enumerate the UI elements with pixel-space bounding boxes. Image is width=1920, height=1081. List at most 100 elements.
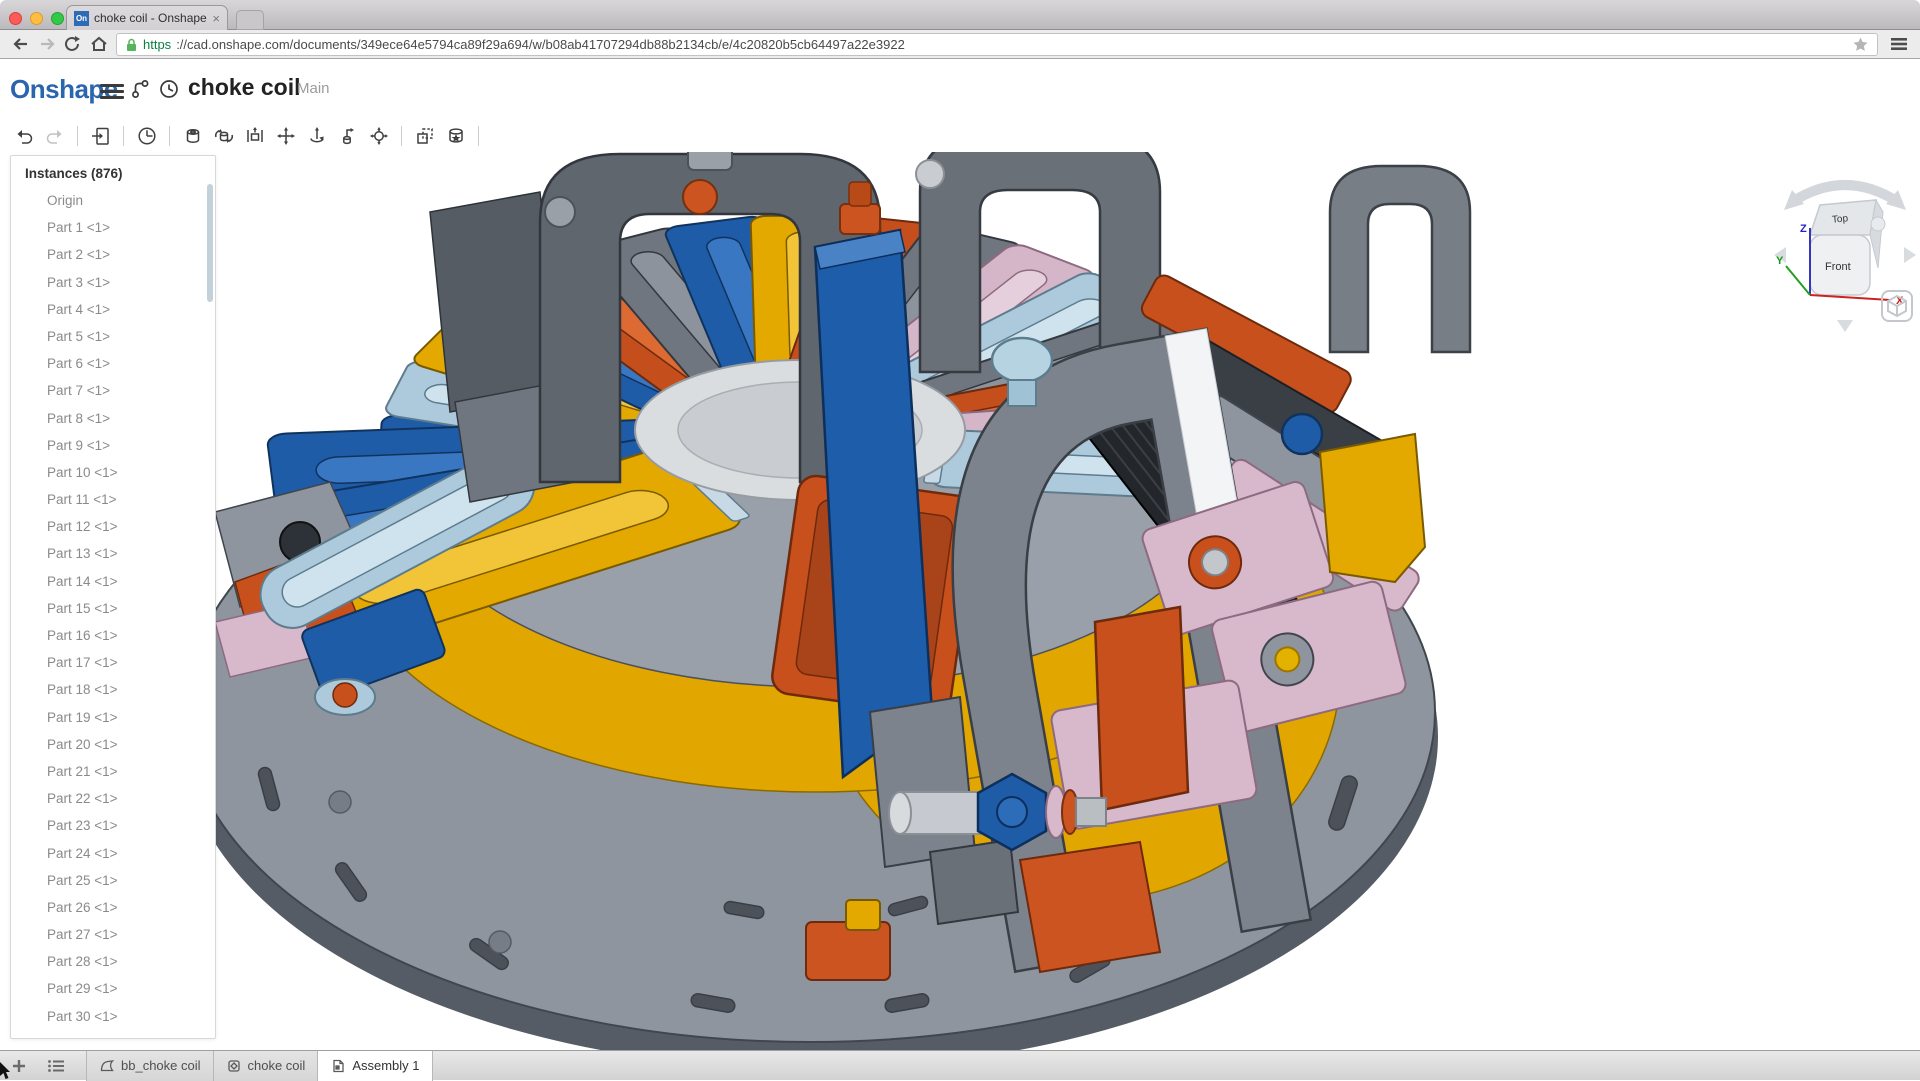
slider-mate-icon[interactable] bbox=[239, 122, 270, 149]
instance-row[interactable]: Part 2 <1> bbox=[11, 241, 215, 268]
part-icon bbox=[226, 1058, 242, 1074]
versions-branch-icon[interactable] bbox=[130, 78, 152, 105]
lock-icon bbox=[125, 37, 138, 52]
3d-viewport[interactable]: Instances (876) OriginPart 1 <1>Part 2 <… bbox=[0, 152, 1920, 1050]
toolbar-separator bbox=[478, 126, 479, 146]
named-views-icon[interactable] bbox=[131, 122, 162, 149]
instance-row[interactable]: Part 14 <1> bbox=[11, 568, 215, 595]
cube-front-label[interactable]: Front bbox=[1825, 261, 1851, 273]
bookmark-star-icon[interactable] bbox=[1852, 36, 1869, 53]
revolute-mate-icon[interactable] bbox=[208, 122, 239, 149]
instance-row[interactable]: Part 8 <1> bbox=[11, 405, 215, 432]
instance-row[interactable]: Part 4 <1> bbox=[11, 296, 215, 323]
cube-corner-bump bbox=[1871, 217, 1885, 231]
element-list-icon[interactable] bbox=[37, 1051, 74, 1081]
pin-slot-mate-icon[interactable] bbox=[332, 122, 363, 149]
tab-close-icon[interactable]: × bbox=[212, 12, 220, 25]
instance-row[interactable]: Part 5 <1> bbox=[11, 323, 215, 350]
element-tab-label: Assembly 1 bbox=[352, 1058, 419, 1073]
instance-row[interactable]: Origin bbox=[11, 187, 215, 214]
address-bar[interactable]: https://cad.onshape.com/documents/349ece… bbox=[116, 33, 1878, 56]
z-axis-label: Z bbox=[1800, 223, 1807, 235]
instance-row[interactable]: Part 28 <1> bbox=[11, 948, 215, 975]
instance-row[interactable]: Part 6 <1> bbox=[11, 350, 215, 377]
instance-row[interactable]: Part 26 <1> bbox=[11, 894, 215, 921]
instance-row[interactable]: Part 16 <1> bbox=[11, 622, 215, 649]
group-icon[interactable] bbox=[409, 122, 440, 149]
chrome-menu-icon[interactable] bbox=[1886, 32, 1912, 56]
orbit-arc-icon[interactable] bbox=[1792, 185, 1898, 202]
rotate-right-icon[interactable] bbox=[1904, 247, 1916, 263]
instances-panel: Instances (876) OriginPart 1 <1>Part 2 <… bbox=[10, 155, 216, 1039]
element-tab-2[interactable]: choke coil bbox=[213, 1051, 319, 1081]
tab-title: choke coil - Onshape bbox=[94, 11, 207, 25]
instances-panel-title: Instances (876) bbox=[11, 156, 215, 187]
instance-row[interactable]: Part 18 <1> bbox=[11, 676, 215, 703]
instance-row[interactable]: Part 13 <1> bbox=[11, 540, 215, 567]
toolbar-separator bbox=[123, 126, 124, 146]
instance-row[interactable]: Part 24 <1> bbox=[11, 840, 215, 867]
window-zoom-button[interactable] bbox=[51, 12, 64, 25]
cylindrical-mate-icon[interactable] bbox=[301, 122, 332, 149]
mate-connector-icon[interactable] bbox=[440, 122, 471, 149]
instance-row[interactable]: Part 22 <1> bbox=[11, 785, 215, 812]
instance-row[interactable]: Part 19 <1> bbox=[11, 704, 215, 731]
instance-row[interactable]: Part 17 <1> bbox=[11, 649, 215, 676]
instance-row[interactable]: Part 1 <1> bbox=[11, 214, 215, 241]
browser-tab[interactable]: On choke coil - Onshape × bbox=[66, 5, 228, 30]
element-tab-label: choke coil bbox=[248, 1058, 306, 1073]
mouse-cursor bbox=[0, 1062, 14, 1080]
instance-row[interactable]: Part 29 <1> bbox=[11, 975, 215, 1002]
toolbar-separator bbox=[77, 126, 78, 146]
toolbar-separator bbox=[401, 126, 402, 146]
reload-icon[interactable] bbox=[60, 32, 86, 56]
instance-row[interactable]: Part 3 <1> bbox=[11, 269, 215, 296]
rotate-down-icon[interactable] bbox=[1837, 320, 1853, 332]
instance-row[interactable]: Part 12 <1> bbox=[11, 513, 215, 540]
instance-row[interactable]: Part 31 <1> bbox=[11, 1030, 215, 1039]
main-menu-icon[interactable] bbox=[100, 81, 124, 102]
cube-top-label[interactable]: Top bbox=[1832, 213, 1849, 225]
part-studio-icon bbox=[99, 1058, 115, 1074]
instance-row[interactable]: Part 9 <1> bbox=[11, 432, 215, 459]
history-clock-icon[interactable] bbox=[158, 78, 180, 105]
toolbar-separator bbox=[169, 126, 170, 146]
window-close-button[interactable] bbox=[9, 12, 22, 25]
instance-row[interactable]: Part 7 <1> bbox=[11, 377, 215, 404]
url-scheme: https bbox=[143, 37, 171, 52]
isometric-view-button[interactable] bbox=[1881, 290, 1913, 322]
instance-row[interactable]: Part 10 <1> bbox=[11, 459, 215, 486]
instances-list: OriginPart 1 <1>Part 2 <1>Part 3 <1>Part… bbox=[11, 187, 215, 1039]
viewport-3d-model[interactable] bbox=[0, 152, 1920, 1050]
element-tab-bar: bb_choke coil choke coil Assembly 1 bbox=[0, 1050, 1920, 1080]
back-icon[interactable] bbox=[8, 32, 34, 56]
instance-row[interactable]: Part 27 <1> bbox=[11, 921, 215, 948]
home-icon[interactable] bbox=[86, 32, 112, 56]
element-tabs: bb_choke coil choke coil Assembly 1 bbox=[86, 1051, 432, 1081]
element-tab-label: bb_choke coil bbox=[121, 1058, 201, 1073]
onshape-favicon: On bbox=[74, 11, 89, 26]
element-tab-3[interactable]: Assembly 1 bbox=[317, 1051, 432, 1081]
instance-row[interactable]: Part 25 <1> bbox=[11, 867, 215, 894]
workspace-label[interactable]: Main bbox=[297, 80, 330, 97]
element-tab-1[interactable]: bb_choke coil bbox=[86, 1051, 214, 1081]
undo-icon[interactable] bbox=[8, 122, 39, 149]
window-minimize-button[interactable] bbox=[30, 12, 43, 25]
planar-mate-icon[interactable] bbox=[270, 122, 301, 149]
new-tab-button[interactable] bbox=[236, 10, 264, 30]
instance-row[interactable]: Part 11 <1> bbox=[11, 486, 215, 513]
insert-icon[interactable] bbox=[85, 122, 116, 149]
instance-row[interactable]: Part 23 <1> bbox=[11, 812, 215, 839]
browser-navbar: https://cad.onshape.com/documents/349ece… bbox=[0, 30, 1920, 59]
instance-row[interactable]: Part 21 <1> bbox=[11, 758, 215, 785]
instance-row[interactable]: Part 15 <1> bbox=[11, 595, 215, 622]
fastened-mate-icon[interactable] bbox=[177, 122, 208, 149]
assembly-toolbar bbox=[0, 119, 1920, 152]
browser-tab-strip: On choke coil - Onshape × bbox=[0, 0, 1920, 30]
instance-row[interactable]: Part 30 <1> bbox=[11, 1003, 215, 1030]
redo-icon[interactable] bbox=[39, 122, 70, 149]
ball-mate-icon[interactable] bbox=[363, 122, 394, 149]
forward-icon[interactable] bbox=[34, 32, 60, 56]
instance-row[interactable]: Part 20 <1> bbox=[11, 731, 215, 758]
instances-scrollbar[interactable] bbox=[207, 184, 213, 302]
